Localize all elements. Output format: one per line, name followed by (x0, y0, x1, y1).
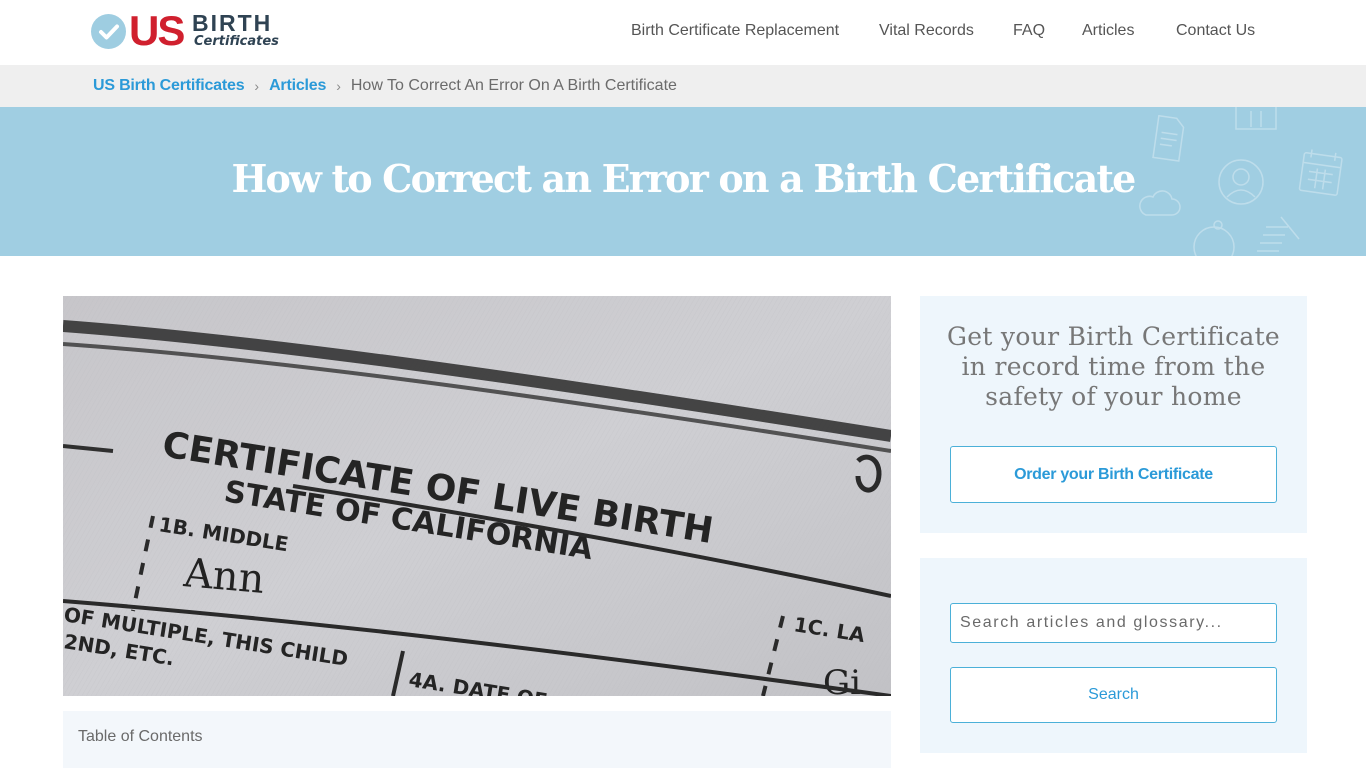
site-logo[interactable]: US BIRTH Certificates (91, 7, 279, 54)
cta-text: Get your Birth Certificate in record tim… (920, 322, 1307, 412)
site-header: US BIRTH Certificates Birth Certificate … (0, 0, 1366, 65)
chevron-right-icon: › (336, 78, 341, 94)
birth-certificate-photo: CERTIFICATE OF LIVE BIRTH STATE OF CALIF… (63, 296, 891, 696)
image-text-ann: Ann (181, 550, 266, 603)
cloud-icon (1139, 190, 1181, 216)
logo-birth-text: BIRTH (192, 10, 273, 36)
breadcrumb-articles[interactable]: Articles (269, 77, 326, 95)
search-input[interactable] (950, 603, 1277, 643)
stopwatch-icon (1193, 220, 1235, 256)
hero-banner: How to Correct an Error on a Birth Certi… (0, 107, 1366, 256)
calendar-icon (1298, 149, 1343, 196)
search-button[interactable]: Search (950, 667, 1277, 723)
check-circle-icon (91, 14, 126, 49)
hero-decoration (1139, 107, 1343, 256)
logo-certificates-text: Certificates (194, 34, 279, 49)
toc-title[interactable]: Table of Contents (78, 728, 203, 746)
cta-line: in record time from the (961, 352, 1266, 381)
breadcrumb-home[interactable]: US Birth Certificates (93, 77, 245, 95)
table-of-contents: Table of Contents (63, 711, 891, 768)
breadcrumb-trail: US Birth Certificates › Articles › How T… (93, 65, 677, 107)
document-icon (1152, 114, 1185, 162)
cta-line: Get your Birth Certificate (946, 322, 1281, 351)
chevron-right-icon: › (254, 78, 260, 94)
logo-us-text: US (129, 7, 185, 54)
search-box: Search (920, 558, 1307, 753)
user-circle-icon (1218, 159, 1264, 205)
order-cta-box: Get your Birth Certificate in record tim… (920, 296, 1307, 533)
book-icon (1235, 107, 1277, 130)
breadcrumb: US Birth Certificates › Articles › How T… (0, 65, 1366, 107)
breadcrumb-current: How To Correct An Error On A Birth Certi… (350, 77, 677, 94)
cta-line: safety of your home (985, 382, 1242, 411)
article-hero-image: CERTIFICATE OF LIVE BIRTH STATE OF CALIF… (63, 296, 891, 696)
checklist-icon (1257, 216, 1300, 252)
order-birth-certificate-button[interactable]: Order your Birth Certificate (950, 446, 1277, 503)
nav-contact-us[interactable]: Contact Us (1176, 22, 1366, 40)
